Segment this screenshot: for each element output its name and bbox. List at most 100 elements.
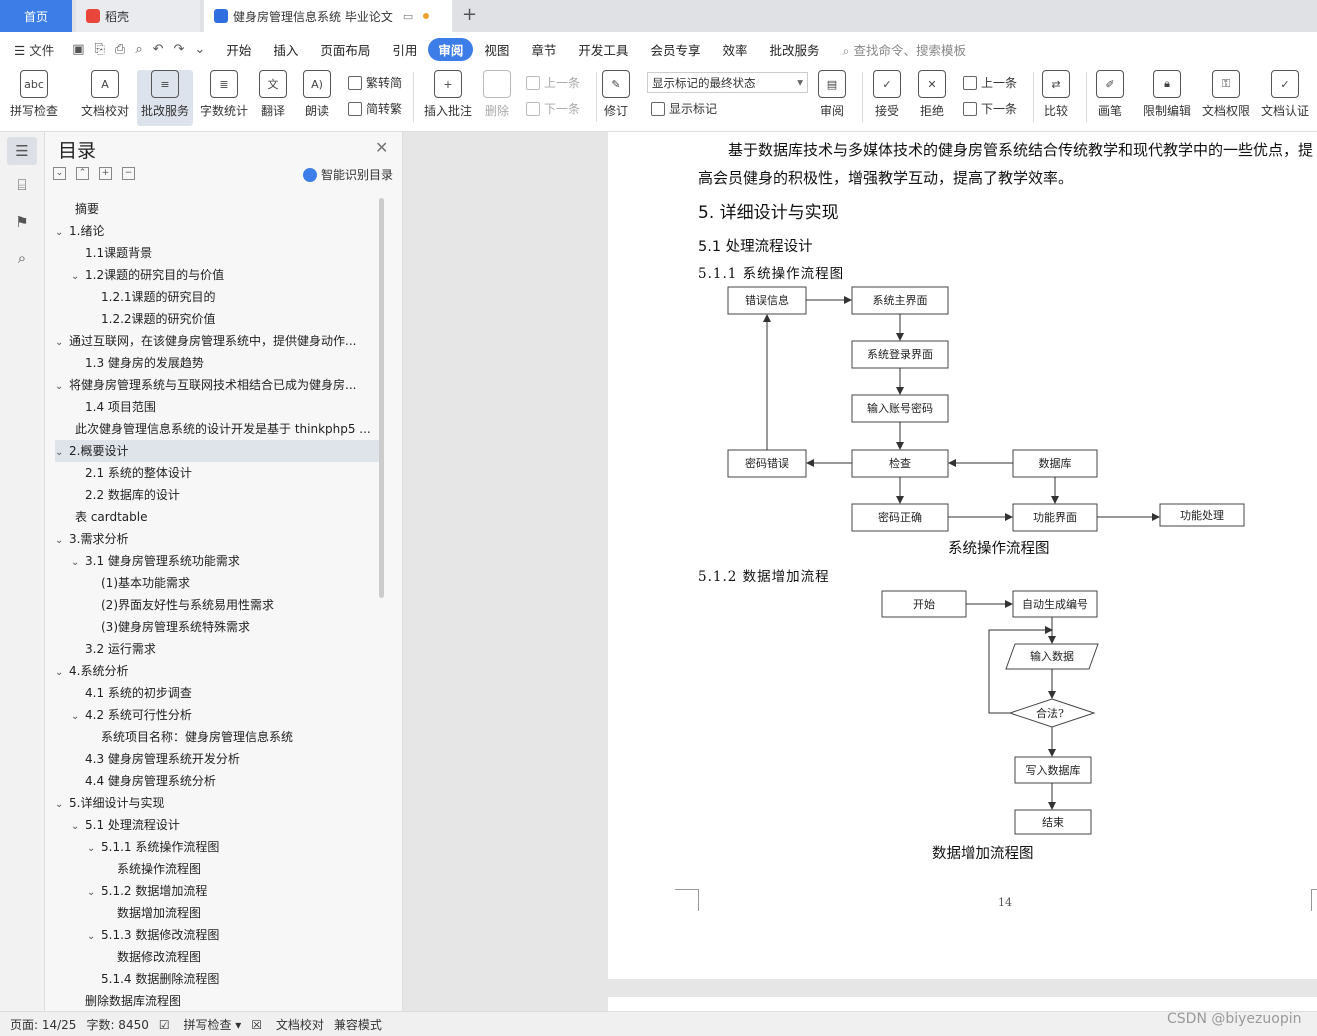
close-icon[interactable]: ✕ (375, 138, 388, 157)
menu-reference[interactable]: 引用 (381, 40, 428, 59)
chevron-down-icon[interactable]: ⌄ (71, 706, 85, 726)
toc-item[interactable]: (2)界面友好性与系统易用性需求 (55, 594, 380, 616)
toc-item[interactable]: 系统操作流程图 (55, 858, 380, 880)
menu-view[interactable]: 视图 (473, 40, 520, 59)
menu-grading[interactable]: 批改服务 (758, 40, 830, 59)
doc-check-button[interactable]: A 文档校对 (81, 70, 129, 126)
toc-item[interactable]: 5.1.4 数据删除流程图 (55, 968, 380, 990)
add-icon[interactable]: + (99, 167, 112, 180)
read-aloud-button[interactable]: A) 朗读 (303, 70, 331, 126)
undo-icon[interactable]: ↶ (153, 42, 164, 57)
menu-review[interactable]: 审阅 (428, 37, 474, 61)
toc-item[interactable]: ⌄ 将健身房管理系统与互联网技术相结合已成为健身房... (55, 374, 380, 396)
word-count[interactable]: 字数: 8450 (86, 1016, 148, 1033)
toc-item[interactable]: 数据增加流程图 (55, 902, 380, 924)
tab-home[interactable]: 首页 (0, 0, 72, 32)
toc-item[interactable]: 摘要 (55, 198, 380, 220)
toc-item[interactable]: 2.2 数据库的设计 (55, 484, 380, 506)
toc-item[interactable]: ⌄ 4.2 系统可行性分析 (55, 704, 380, 726)
menu-insert[interactable]: 插入 (262, 40, 309, 59)
menu-chapter[interactable]: 章节 (520, 40, 567, 59)
toc-item[interactable]: 1.2.1课题的研究目的 (55, 286, 380, 308)
toc-item[interactable]: 删除数据库流程图 (55, 990, 380, 1012)
insert-comment-button[interactable]: + 插入批注 (424, 70, 472, 126)
toc-item[interactable]: ⌄ 5.1.3 数据修改流程图 (55, 924, 380, 946)
toc-item[interactable]: 2.1 系统的整体设计 (55, 462, 380, 484)
toc-item[interactable]: ⌄ 通过互联网，在该健身房管理系统中，提供健身动作... (55, 330, 380, 352)
restrict-edit-button[interactable]: 🔒︎ 限制编辑 (1143, 70, 1191, 126)
toc-item[interactable]: 系统项目名称：健身房管理信息系统 (55, 726, 380, 748)
menu-page-layout[interactable]: 页面布局 (309, 40, 381, 59)
toc-item[interactable]: 数据修改流程图 (55, 946, 380, 968)
menu-efficiency[interactable]: 效率 (711, 40, 758, 59)
word-count-button[interactable]: ≣ 字数统计 (200, 70, 248, 126)
trad-to-simp-button[interactable]: 繁转简 (348, 74, 402, 91)
chevron-down-icon[interactable]: ⌄ (55, 442, 69, 462)
chevron-down-icon[interactable]: ⌄ (55, 794, 69, 814)
more-chevron-icon[interactable]: ⌄ (194, 42, 205, 57)
command-search[interactable]: ⌕ 查找命令、搜索模板 (842, 40, 966, 59)
reject-button[interactable]: ✕ 拒绝 (918, 70, 946, 126)
tab-document[interactable]: 健身房管理信息系统 毕业论文 ▭ (204, 0, 452, 32)
pen-button[interactable]: ✐ 画笔 (1096, 70, 1124, 126)
chevron-down-icon[interactable]: ⌄ (55, 332, 69, 352)
toc-panel-icon[interactable]: ☰ (7, 137, 37, 165)
chevron-down-icon[interactable]: ⌄ (55, 222, 69, 242)
find-icon[interactable]: ⌕ (12, 248, 32, 268)
toc-item[interactable]: (1)基本功能需求 (55, 572, 380, 594)
new-tab-plus-icon[interactable]: + (462, 4, 477, 25)
bookmark-icon[interactable]: ⚑ (12, 212, 32, 232)
toc-item[interactable]: 4.4 健身房管理系统分析 (55, 770, 380, 792)
next-comment-button[interactable]: 下一条 (526, 100, 580, 117)
redo-icon[interactable]: ↷ (174, 42, 185, 57)
toc-item[interactable]: 1.2.2课题的研究价值 (55, 308, 380, 330)
toc-item[interactable]: ⌄ 3.需求分析 (55, 528, 380, 550)
menu-dev-tools[interactable]: 开发工具 (567, 40, 639, 59)
prev-change-button[interactable]: 上一条 (963, 74, 1017, 91)
chevron-down-icon[interactable]: ⌄ (87, 926, 101, 946)
translate-button[interactable]: 文翻译 (259, 70, 287, 126)
chevron-down-icon[interactable]: ⌄ (71, 552, 85, 572)
export-pdf-icon[interactable]: ⎘ (95, 42, 105, 57)
toc-item[interactable]: ⌄ 1.绪论 (55, 220, 380, 242)
collapse-icon[interactable]: ⌄ (53, 167, 66, 180)
track-changes-button[interactable]: ✎ 修订 (602, 70, 630, 126)
toc-scrollbar[interactable] (378, 198, 386, 598)
doc-certify-button[interactable]: ✓ 文档认证 (1261, 70, 1309, 126)
status-spell-check[interactable]: ☑ 拼写检查 ▾ (159, 1016, 241, 1033)
print-preview-icon[interactable]: ⌕ (135, 42, 142, 57)
toc-item[interactable]: 1.4 项目范围 (55, 396, 380, 418)
chevron-down-icon[interactable]: ⌄ (71, 266, 85, 286)
expand-icon[interactable]: ⌃ (76, 167, 89, 180)
toc-item[interactable]: ⌄ 4.系统分析 (55, 660, 380, 682)
toc-item[interactable]: 1.3 健身房的发展趋势 (55, 352, 380, 374)
markup-state-select[interactable]: 显示标记的最终状态 (647, 72, 808, 93)
chevron-down-icon[interactable]: ⌄ (87, 838, 101, 858)
chevron-down-icon[interactable]: ⌄ (55, 530, 69, 550)
delete-comment-button[interactable]: 删除 (483, 70, 511, 126)
toc-item[interactable]: ⌄ 5.1.1 系统操作流程图 (55, 836, 380, 858)
chevron-down-icon[interactable]: ⌄ (55, 376, 69, 396)
print-icon[interactable]: ⎙ (115, 42, 125, 57)
toc-item[interactable]: ⌄ 3.1 健身房管理系统功能需求 (55, 550, 380, 572)
monitor-icon[interactable]: ▭ (403, 10, 413, 23)
chevron-down-icon[interactable]: ⌄ (87, 882, 101, 902)
menu-member[interactable]: 会员专享 (639, 40, 711, 59)
toc-item[interactable]: 1.1课题背景 (55, 242, 380, 264)
save-icon[interactable]: ▣ (72, 42, 84, 57)
toc-item[interactable]: 表 cardtable (55, 506, 380, 528)
toc-item[interactable]: ⌄ 2.概要设计 (55, 440, 380, 462)
file-menu[interactable]: ☰ 文件 (0, 40, 62, 59)
toc-item[interactable]: (3)健身房管理系统特殊需求 (55, 616, 380, 638)
status-doc-check[interactable]: ☒ 文档校对 (251, 1016, 324, 1033)
menu-start[interactable]: 开始 (215, 40, 262, 59)
toc-item[interactable]: ⌄ 5.1 处理流程设计 (55, 814, 380, 836)
doc-permission-button[interactable]: ⚿ 文档权限 (1202, 70, 1250, 126)
toc-item[interactable]: 4.3 健身房管理系统开发分析 (55, 748, 380, 770)
spell-check-button[interactable]: abc 拼写检查 (10, 70, 58, 126)
toc-item[interactable]: 3.2 运行需求 (55, 638, 380, 660)
chevron-down-icon[interactable]: ⌄ (71, 816, 85, 836)
show-markup-button[interactable]: 显示标记 (651, 100, 717, 117)
remove-icon[interactable]: − (122, 167, 135, 180)
review-pane-button[interactable]: ▤ 审阅 (818, 70, 846, 126)
